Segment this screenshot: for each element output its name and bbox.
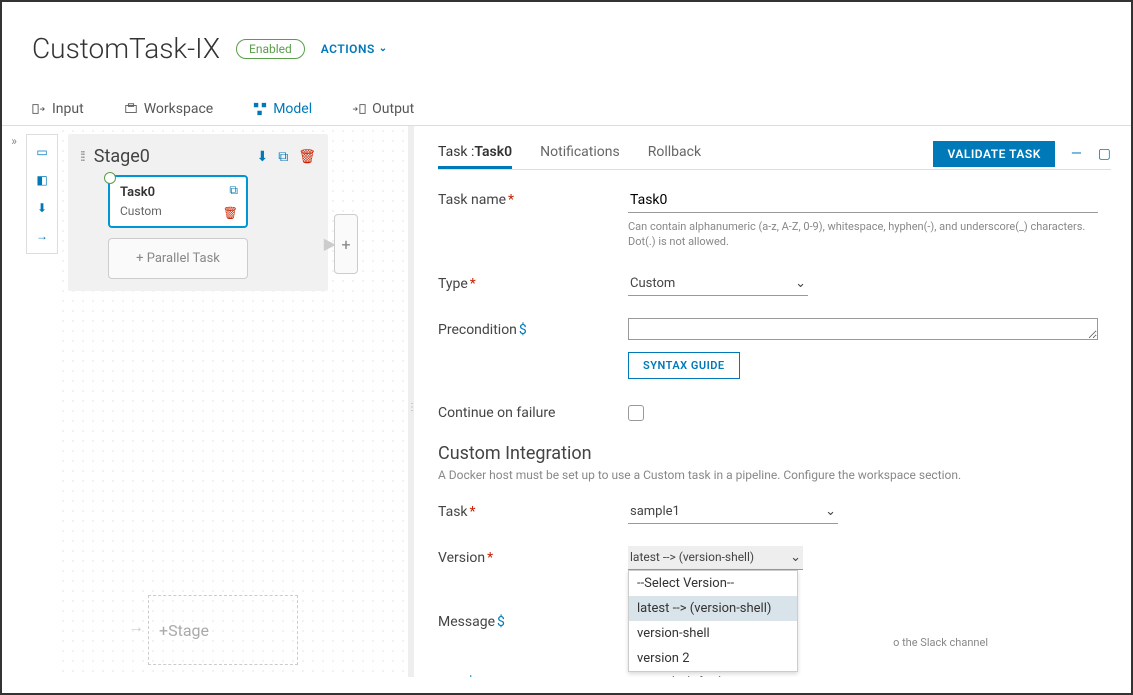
version-dropdown-menu: --Select Version-- latest --> (version-s…	[628, 570, 798, 672]
version-option-2[interactable]: version 2	[629, 646, 797, 671]
tool-layout-icon[interactable]: ◧	[32, 171, 52, 189]
main-tabs: Input Workspace Model Output	[2, 93, 1131, 126]
model-icon	[253, 102, 267, 116]
tool-arrow-icon[interactable]: →	[32, 227, 52, 245]
detail-tab-rollback[interactable]: Rollback	[648, 138, 701, 169]
input-icon	[32, 102, 46, 116]
stage-box[interactable]: ⁞⁞ Stage0 ⬇ ⧉ 🗑 Task0 Custom ⧉ 🗑 + Paral…	[68, 134, 328, 291]
task-name-hint: Can contain alphanumeric (a-z, A-Z, 0-9)…	[628, 219, 1098, 250]
canvas-toolbar: ▭ ◧ ⬇ →	[26, 134, 58, 254]
detail-tab-task[interactable]: Task :Task0	[438, 138, 512, 169]
add-parallel-task-button[interactable]: + Parallel Task	[108, 238, 248, 279]
pipeline-canvas: ⁞⁞ Stage0 ⬇ ⧉ 🗑 Task0 Custom ⧉ 🗑 + Paral…	[58, 126, 408, 677]
task-card[interactable]: Task0 Custom ⧉ 🗑	[108, 175, 248, 228]
task-dropdown-label: Task	[438, 504, 468, 520]
stage-copy-icon[interactable]: ⧉	[278, 149, 288, 165]
maximize-icon[interactable]: ▢	[1098, 146, 1111, 162]
task-delete-icon[interactable]: 🗑	[223, 206, 238, 220]
precondition-input[interactable]	[628, 318, 1098, 340]
minimize-icon[interactable]: —	[1071, 146, 1082, 162]
type-label: Type	[438, 276, 468, 292]
tool-download-icon[interactable]: ⬇	[32, 199, 52, 217]
drag-grip-icon[interactable]: ⁞⁞	[80, 148, 84, 165]
custom-integration-heading: Custom Integration	[438, 443, 1111, 464]
text-label: Text	[438, 675, 465, 677]
version-option-placeholder[interactable]: --Select Version--	[629, 571, 797, 596]
validate-task-button[interactable]: VALIDATE TASK	[933, 141, 1054, 167]
stage-delete-icon[interactable]: 🗑	[298, 149, 316, 165]
workspace-icon	[124, 102, 138, 116]
task-card-type: Custom	[120, 204, 236, 218]
actions-menu[interactable]: ACTIONS	[321, 42, 388, 56]
chevron-down-icon: ⌄	[795, 276, 806, 291]
task-select[interactable]: sample1 ⌄	[628, 500, 838, 524]
detail-tab-notifications[interactable]: Notifications	[540, 138, 620, 169]
add-sequential-button[interactable]: +	[334, 214, 358, 274]
task-name-label: Task name	[438, 192, 506, 208]
message-label: Message	[438, 614, 495, 630]
page-title: CustomTask-IX	[32, 32, 220, 65]
output-icon	[352, 102, 366, 116]
expand-handle[interactable]: »	[2, 126, 26, 677]
add-stage-arrow-icon: →	[128, 617, 144, 637]
tool-grid-icon[interactable]: ▭	[32, 143, 52, 161]
tab-output[interactable]: Output	[352, 93, 414, 125]
version-select[interactable]: latest --> (version-shell) ⌄	[628, 546, 803, 570]
tab-workspace[interactable]: Workspace	[124, 93, 214, 125]
stage-download-icon[interactable]: ⬇	[256, 149, 268, 165]
tab-input[interactable]: Input	[32, 93, 84, 125]
status-badge: Enabled	[236, 39, 305, 59]
chevron-down-icon: ⌄	[790, 550, 801, 565]
syntax-guide-button[interactable]: SYNTAX GUIDE	[628, 352, 740, 379]
continue-on-failure-checkbox[interactable]	[628, 405, 644, 421]
version-label: Version	[438, 550, 485, 566]
stage-name: Stage0	[94, 146, 247, 167]
custom-integration-hint: A Docker host must be set up to use a Cu…	[438, 468, 1111, 482]
chevron-down-icon: ⌄	[825, 504, 836, 519]
add-stage-button[interactable]: +Stage	[148, 595, 298, 665]
tab-model[interactable]: Model	[253, 93, 312, 125]
task-copy-icon[interactable]: ⧉	[229, 183, 238, 198]
version-option-shell[interactable]: version-shell	[629, 621, 797, 646]
task-name-input[interactable]	[628, 188, 1098, 213]
task-detail-panel: Task :Task0 Notifications Rollback VALID…	[414, 126, 1131, 677]
type-select[interactable]: Custom ⌄	[628, 272, 808, 296]
version-option-latest[interactable]: latest --> (version-shell)	[629, 596, 797, 621]
task-card-name: Task0	[120, 185, 236, 200]
continue-label: Continue on failure	[438, 401, 628, 421]
precondition-label: Precondition	[438, 322, 517, 338]
